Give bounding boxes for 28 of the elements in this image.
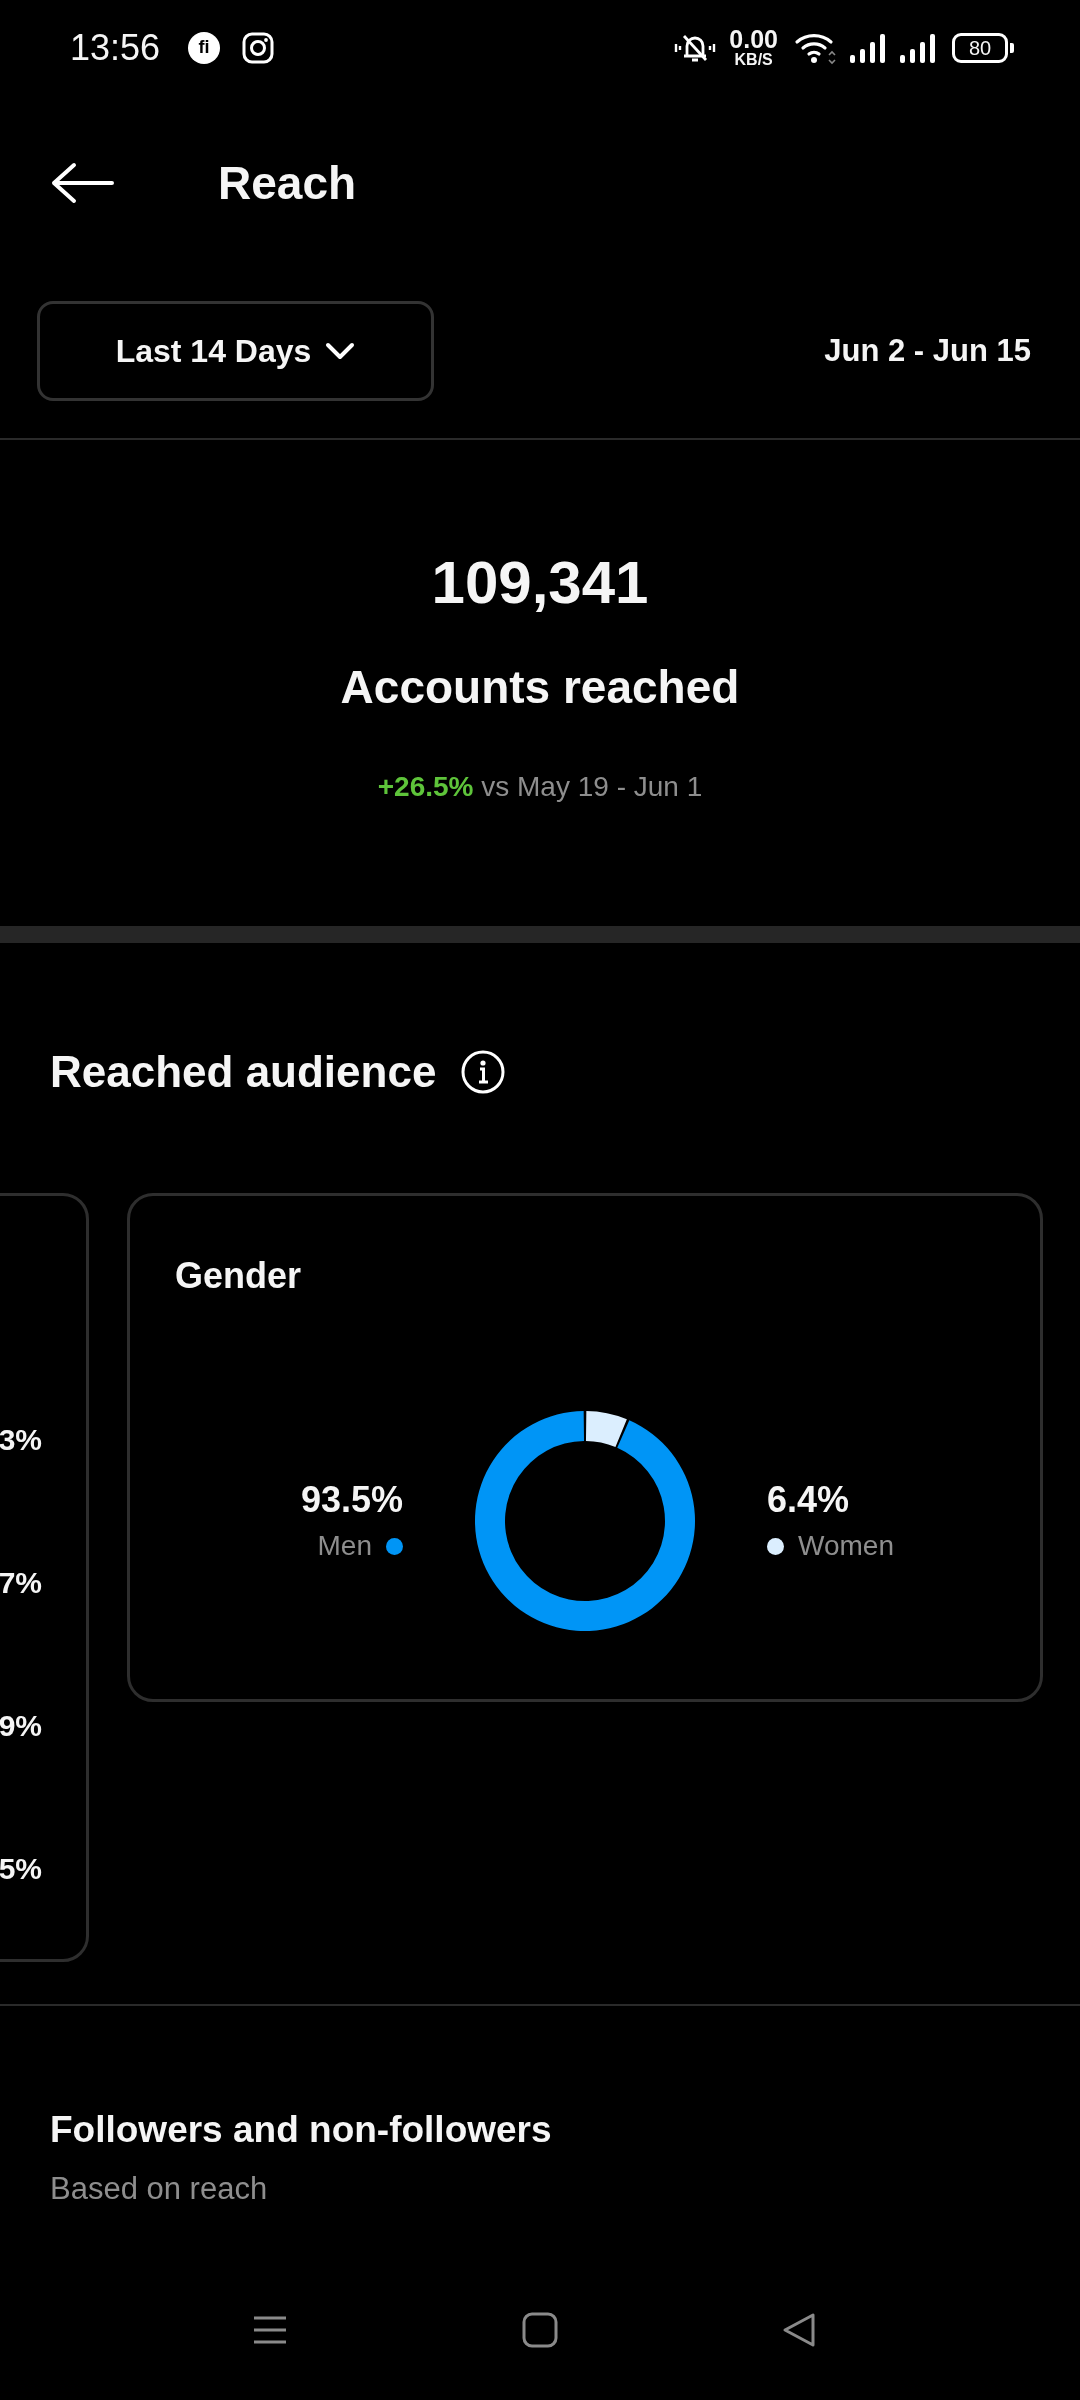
net-speed-value: 0.00	[729, 27, 778, 51]
percent-value: 3%	[0, 1422, 42, 1458]
percent-value: 7%	[0, 1565, 42, 1601]
legend-value: 93.5%	[300, 1478, 403, 1522]
info-icon[interactable]	[460, 1049, 507, 1095]
reach-count: 109,341	[431, 548, 649, 618]
percent-value: 9%	[0, 1708, 42, 1744]
date-range-dropdown[interactable]: Last 14 Days	[37, 301, 434, 401]
card-title: Gender	[175, 1254, 302, 1298]
change-summary: +26.5% vs May 19 - Jun 1	[377, 770, 703, 804]
camera-icon	[242, 31, 275, 64]
section-title: Reached audience	[50, 1046, 437, 1098]
back-arrow-icon[interactable]	[50, 161, 116, 205]
chevron-down-icon	[325, 342, 356, 360]
section-subtitle: Based on reach	[50, 2170, 268, 2208]
date-range-text: Jun 2 - Jun 15	[824, 332, 1031, 370]
app-logo: fi	[188, 31, 221, 64]
home-square-icon[interactable]	[520, 2310, 560, 2350]
section-title: Followers and non-followers	[50, 2108, 552, 2152]
legend-label: Men	[317, 1529, 372, 1563]
battery-indicator: 80	[952, 32, 1014, 63]
legend-label: Women	[798, 1529, 894, 1563]
reach-label: Accounts reached	[340, 660, 740, 715]
legend-value: 6.4%	[767, 1478, 850, 1522]
page-title: Reach	[218, 156, 357, 211]
percent-value: 5%	[0, 1851, 42, 1887]
status-time: 13:56	[70, 27, 161, 68]
net-speed-unit: KB/S	[734, 51, 773, 68]
